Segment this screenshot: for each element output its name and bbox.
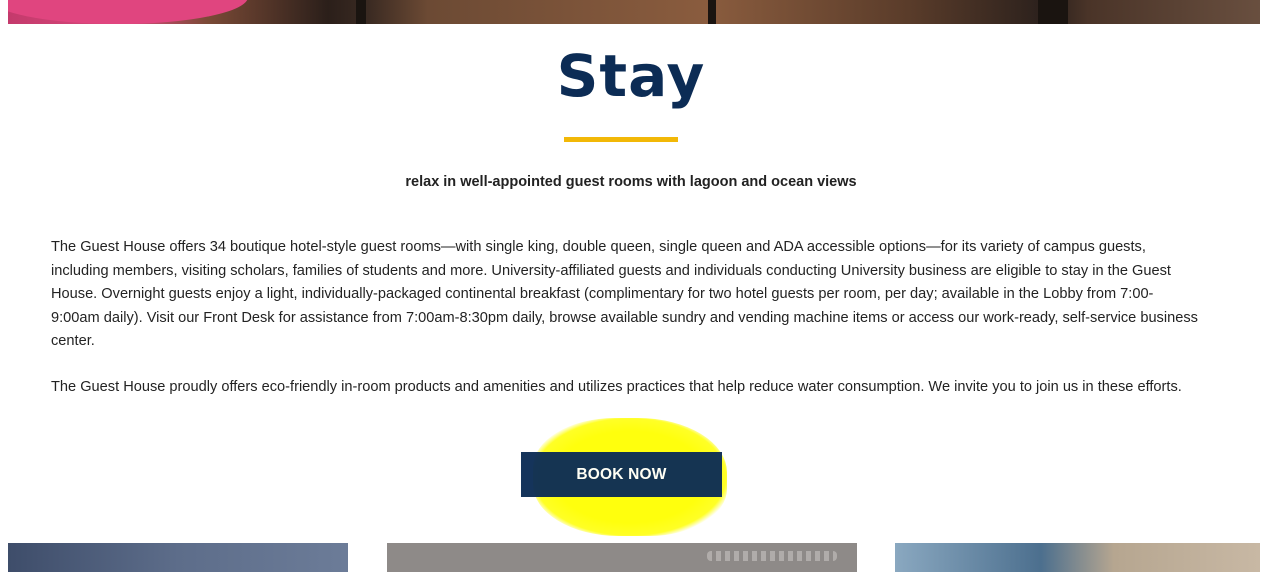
hero-image-pink-shape <box>8 0 248 24</box>
title-underline-accent <box>564 137 678 142</box>
hero-image-strip <box>8 0 1260 24</box>
intro-paragraph: The Guest House offers 34 boutique hotel… <box>51 239 1198 349</box>
section-title: Stay <box>556 42 706 110</box>
room-card-image[interactable] <box>895 543 1260 572</box>
hero-image-post <box>356 0 366 24</box>
hero-image-post <box>708 0 716 24</box>
decorative-dots <box>707 551 837 561</box>
hero-image-post <box>1038 0 1068 24</box>
section-subtitle: relax in well-appointed guest rooms with… <box>405 174 857 190</box>
book-now-button[interactable]: BOOK NOW <box>521 452 722 497</box>
eco-paragraph: The Guest House proudly offers eco-frien… <box>51 379 1182 395</box>
room-card-image[interactable] <box>8 543 348 572</box>
room-card-image[interactable] <box>387 543 857 572</box>
